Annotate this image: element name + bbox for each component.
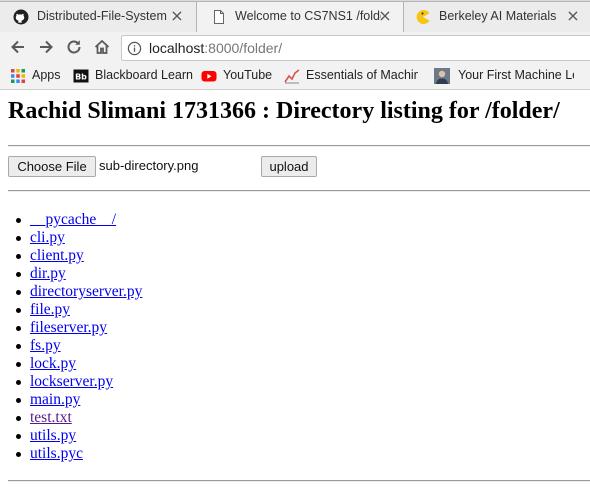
info-icon[interactable]: [127, 41, 142, 56]
tab-github[interactable]: Distributed-File-System/ ×: [0, 1, 200, 32]
arrow-right-icon: [40, 40, 53, 54]
file-link[interactable]: utils.pyc: [30, 445, 83, 462]
bookmark-label: YouTube: [223, 68, 273, 82]
tab-berkeley[interactable]: Berkeley AI Materials ×: [400, 1, 590, 32]
arrow-left-icon: [11, 40, 24, 54]
svg-text:Bb: Bb: [75, 73, 87, 82]
tab-close-icon[interactable]: ×: [169, 8, 185, 24]
bookmark-label: Blackboard Learn: [95, 68, 193, 82]
file-link[interactable]: client.py: [30, 247, 84, 264]
page-title: Rachid Slimani 1731366 : Directory listi…: [8, 98, 560, 124]
upload-button[interactable]: upload: [261, 156, 317, 177]
file-link[interactable]: lockserver.py: [30, 373, 113, 390]
github-icon: [13, 9, 29, 25]
list-item: fileserver.py: [15, 319, 142, 337]
address-bar[interactable]: localhost:8000/folder/: [121, 35, 590, 61]
chart-icon: [284, 69, 300, 84]
page-content: Rachid Slimani 1731366 : Directory listi…: [0, 90, 590, 497]
tab-title: Distributed-File-System/: [37, 9, 167, 23]
person-photo-icon: [434, 68, 450, 84]
file-link[interactable]: cli.py: [30, 229, 65, 246]
list-item: directoryserver.py: [15, 283, 142, 301]
list-item: client.py: [15, 247, 142, 265]
file-link[interactable]: lock.py: [30, 355, 76, 372]
selected-file-name: sub-directory.png: [99, 158, 199, 173]
list-item: test.txt: [15, 409, 142, 427]
tab-close-icon[interactable]: ×: [565, 8, 581, 24]
forward-button[interactable]: [36, 37, 56, 57]
bookmarks-bar: Apps Bb Blackboard Learn YouTube Essenti…: [0, 62, 590, 90]
bookmark-blackboard[interactable]: Bb Blackboard Learn: [73, 67, 193, 85]
bookmark-youtube[interactable]: YouTube: [201, 67, 281, 85]
file-link[interactable]: fs.py: [30, 337, 61, 354]
bookmark-apps[interactable]: Apps: [10, 67, 70, 85]
list-item: __pycache__/: [15, 211, 142, 229]
choose-file-button[interactable]: Choose File: [8, 156, 96, 177]
page-icon: [214, 10, 224, 24]
list-item: main.py: [15, 391, 142, 409]
list-item: dir.py: [15, 265, 142, 283]
tab-close-icon[interactable]: ×: [377, 8, 393, 24]
list-item: lock.py: [15, 355, 142, 373]
home-button[interactable]: [92, 37, 112, 57]
list-item: utils.pyc: [15, 445, 142, 463]
file-link[interactable]: __pycache__/: [30, 211, 116, 228]
reload-button[interactable]: [64, 37, 84, 57]
bookmark-essentials-ml[interactable]: Essentials of Machine Learning: [284, 67, 429, 85]
file-link[interactable]: test.txt: [30, 409, 72, 426]
bookmark-label: Your First Machine Learning: [458, 68, 574, 82]
divider: [8, 480, 590, 482]
file-link[interactable]: directoryserver.py: [30, 283, 142, 300]
list-item: file.py: [15, 301, 142, 319]
url-text: localhost:8000/folder/: [149, 40, 282, 56]
list-item: lockserver.py: [15, 373, 142, 391]
home-icon: [94, 39, 110, 54]
divider: [8, 145, 590, 147]
file-list: __pycache__/ cli.py client.py dir.py dir…: [15, 211, 142, 463]
list-item: utils.py: [15, 427, 142, 445]
apps-grid-icon: [11, 69, 25, 83]
tab-title: Welcome to CS7NS1 /folder/: [235, 9, 381, 23]
file-link[interactable]: file.py: [30, 301, 70, 318]
file-link[interactable]: fileserver.py: [30, 319, 107, 336]
blackboard-icon: Bb: [73, 69, 89, 83]
list-item: fs.py: [15, 337, 142, 355]
list-item: cli.py: [15, 229, 142, 247]
browser-toolbar: localhost:8000/folder/: [0, 32, 590, 62]
reload-icon: [67, 40, 81, 54]
tab-title: Berkeley AI Materials: [439, 9, 557, 23]
tab-strip: Distributed-File-System/ × Welcome to CS…: [0, 0, 590, 32]
url-host: localhost: [149, 40, 205, 56]
file-link[interactable]: utils.py: [30, 427, 76, 444]
pacman-icon: [416, 10, 430, 24]
bookmark-label: Essentials of Machine Learning: [306, 68, 418, 82]
back-button[interactable]: [8, 37, 28, 57]
bookmark-first-ml[interactable]: Your First Machine Learning: [434, 67, 590, 85]
divider: [8, 190, 590, 192]
file-link[interactable]: main.py: [30, 391, 80, 408]
bookmark-label: Apps: [32, 68, 61, 82]
youtube-icon: [201, 71, 217, 82]
tab-welcome[interactable]: Welcome to CS7NS1 /folder/ ×: [196, 1, 404, 32]
file-link[interactable]: dir.py: [30, 265, 66, 282]
url-path: :8000/folder/: [204, 40, 283, 56]
